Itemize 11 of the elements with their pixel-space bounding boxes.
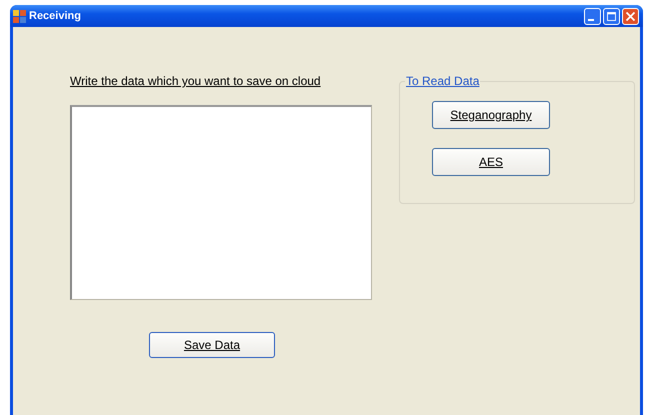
read-method-button[interactable]: AES — [432, 148, 550, 176]
maximize-button[interactable] — [603, 8, 620, 24]
minimize-button[interactable] — [584, 8, 601, 24]
read-method-button[interactable]: Steganography — [432, 101, 550, 129]
app-icon — [13, 10, 26, 22]
window-title: Receiving — [29, 10, 82, 22]
prompt-label: Write the data which you want to save on cloud — [70, 74, 322, 88]
group-title: To Read Data — [405, 74, 480, 88]
close-button[interactable] — [622, 8, 639, 24]
save-data-button[interactable]: Save Data — [149, 332, 275, 358]
minimize-icon — [588, 19, 594, 21]
